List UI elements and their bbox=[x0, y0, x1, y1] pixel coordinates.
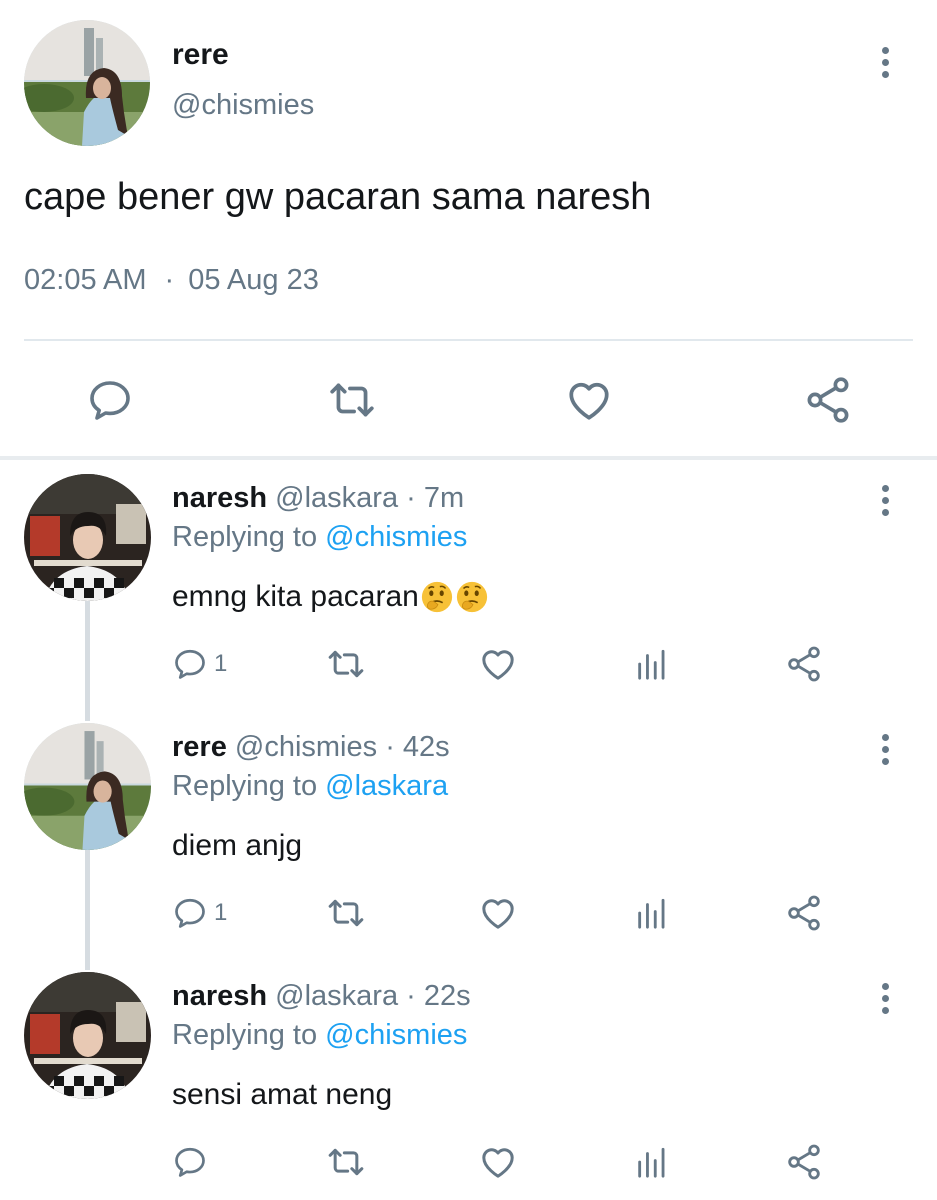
retweet-icon bbox=[328, 650, 364, 678]
bar-chart-icon bbox=[638, 1147, 665, 1178]
tweet-timestamp: 02:05 AM · 05 Aug 23 bbox=[24, 264, 319, 297]
retweet-button[interactable] bbox=[326, 891, 366, 935]
meta-separator: · bbox=[164, 264, 175, 296]
analytics-button[interactable] bbox=[634, 1140, 668, 1184]
share-button[interactable] bbox=[784, 1140, 824, 1184]
share-button[interactable] bbox=[784, 891, 824, 935]
main-tweet: rere @chismies cape bener gw pacaran sam… bbox=[0, 0, 937, 460]
mention-link[interactable]: @laskara bbox=[325, 770, 448, 802]
mention-link[interactable]: @chismies bbox=[325, 521, 467, 553]
three-dots-vertical-icon[interactable] bbox=[870, 729, 900, 769]
bar-chart-icon bbox=[638, 649, 665, 680]
reply-text: emng kita pacaran bbox=[172, 580, 489, 614]
avatar[interactable] bbox=[24, 474, 151, 601]
display-name[interactable]: naresh bbox=[172, 482, 267, 514]
retweet-button[interactable] bbox=[324, 372, 380, 428]
analytics-button[interactable] bbox=[634, 642, 668, 686]
three-dots-vertical-icon[interactable] bbox=[870, 978, 900, 1018]
replying-label: Replying to bbox=[172, 521, 318, 553]
like-button[interactable] bbox=[478, 1140, 518, 1184]
speech-bubble-icon bbox=[175, 898, 205, 928]
reply-header: naresh @laskara · 22s bbox=[172, 980, 471, 1013]
reply-time: · 22s bbox=[406, 980, 471, 1012]
retweet-icon bbox=[330, 383, 374, 417]
user-handle[interactable]: @chismies bbox=[235, 731, 377, 763]
reply-header: rere @chismies · 42s bbox=[172, 731, 450, 764]
user-handle[interactable]: @laskara bbox=[275, 482, 398, 514]
reply-button[interactable]: 1 bbox=[172, 642, 227, 686]
reply-tweet: rere @chismies · 42s Replying to @laskar… bbox=[0, 723, 937, 963]
heart-icon bbox=[482, 899, 514, 929]
tweet-time: 02:05 AM bbox=[24, 264, 147, 296]
reply-header: naresh @laskara · 7m bbox=[172, 482, 464, 515]
reply-text: diem anjg bbox=[172, 829, 302, 863]
like-button[interactable] bbox=[478, 642, 518, 686]
reply-text-content: diem anjg bbox=[172, 829, 303, 862]
share-icon bbox=[788, 1144, 820, 1180]
retweet-icon bbox=[328, 899, 364, 927]
share-button[interactable] bbox=[800, 372, 856, 428]
tweet-date: 05 Aug 23 bbox=[188, 264, 319, 296]
retweet-icon bbox=[328, 1148, 364, 1176]
avatar[interactable] bbox=[24, 20, 150, 146]
mention-link[interactable]: @chismies bbox=[325, 1019, 467, 1051]
reply-time: · 42s bbox=[385, 731, 450, 763]
share-icon bbox=[788, 895, 820, 931]
thinking-face-emoji bbox=[456, 581, 487, 613]
speech-bubble-icon bbox=[90, 381, 130, 420]
thinking-face-emoji bbox=[421, 581, 452, 613]
analytics-button[interactable] bbox=[634, 891, 668, 935]
reply-count: 1 bbox=[214, 650, 228, 677]
display-name[interactable]: naresh bbox=[172, 980, 267, 1012]
three-dots-vertical-icon[interactable] bbox=[870, 42, 900, 82]
speech-bubble-icon bbox=[175, 1147, 205, 1177]
heart-icon bbox=[482, 1148, 514, 1178]
tweet-text: cape bener gw pacaran sama naresh bbox=[24, 176, 652, 218]
reply-time: · 7m bbox=[406, 482, 465, 514]
reply-button[interactable] bbox=[82, 372, 138, 428]
user-handle[interactable]: @laskara bbox=[275, 980, 398, 1012]
speech-bubble-icon bbox=[175, 649, 205, 679]
avatar[interactable] bbox=[24, 723, 151, 850]
reply-text-content: sensi amat neng bbox=[172, 1078, 393, 1111]
reply-tweet: naresh @laskara · 7m Replying to @chismi… bbox=[0, 474, 937, 714]
display-name[interactable]: rere bbox=[172, 38, 229, 72]
reply-button[interactable] bbox=[172, 1140, 214, 1184]
reply-tweet: naresh @laskara · 22s Replying to @chism… bbox=[0, 972, 937, 1200]
display-name[interactable]: rere bbox=[172, 731, 227, 763]
like-button[interactable] bbox=[561, 372, 617, 428]
share-icon bbox=[807, 377, 849, 423]
divider bbox=[0, 456, 937, 460]
reply-text-content: emng kita pacaran bbox=[172, 580, 419, 613]
retweet-button[interactable] bbox=[326, 1140, 366, 1184]
replying-label: Replying to bbox=[172, 1019, 318, 1051]
replying-to: Replying to @chismies bbox=[172, 521, 467, 554]
heart-icon bbox=[569, 382, 609, 420]
share-button[interactable] bbox=[784, 642, 824, 686]
bar-chart-icon bbox=[638, 898, 665, 929]
reply-count: 1 bbox=[214, 899, 228, 926]
avatar[interactable] bbox=[24, 972, 151, 1099]
like-button[interactable] bbox=[478, 891, 518, 935]
replying-to: Replying to @chismies bbox=[172, 1019, 467, 1052]
reply-text: sensi amat neng bbox=[172, 1078, 392, 1112]
divider bbox=[24, 339, 913, 341]
user-handle[interactable]: @chismies bbox=[172, 89, 314, 122]
replying-label: Replying to bbox=[172, 770, 318, 802]
heart-icon bbox=[482, 650, 514, 680]
reply-button[interactable]: 1 bbox=[172, 891, 227, 935]
share-icon bbox=[788, 646, 820, 682]
three-dots-vertical-icon[interactable] bbox=[870, 480, 900, 520]
retweet-button[interactable] bbox=[326, 642, 366, 686]
replying-to: Replying to @laskara bbox=[172, 770, 448, 803]
